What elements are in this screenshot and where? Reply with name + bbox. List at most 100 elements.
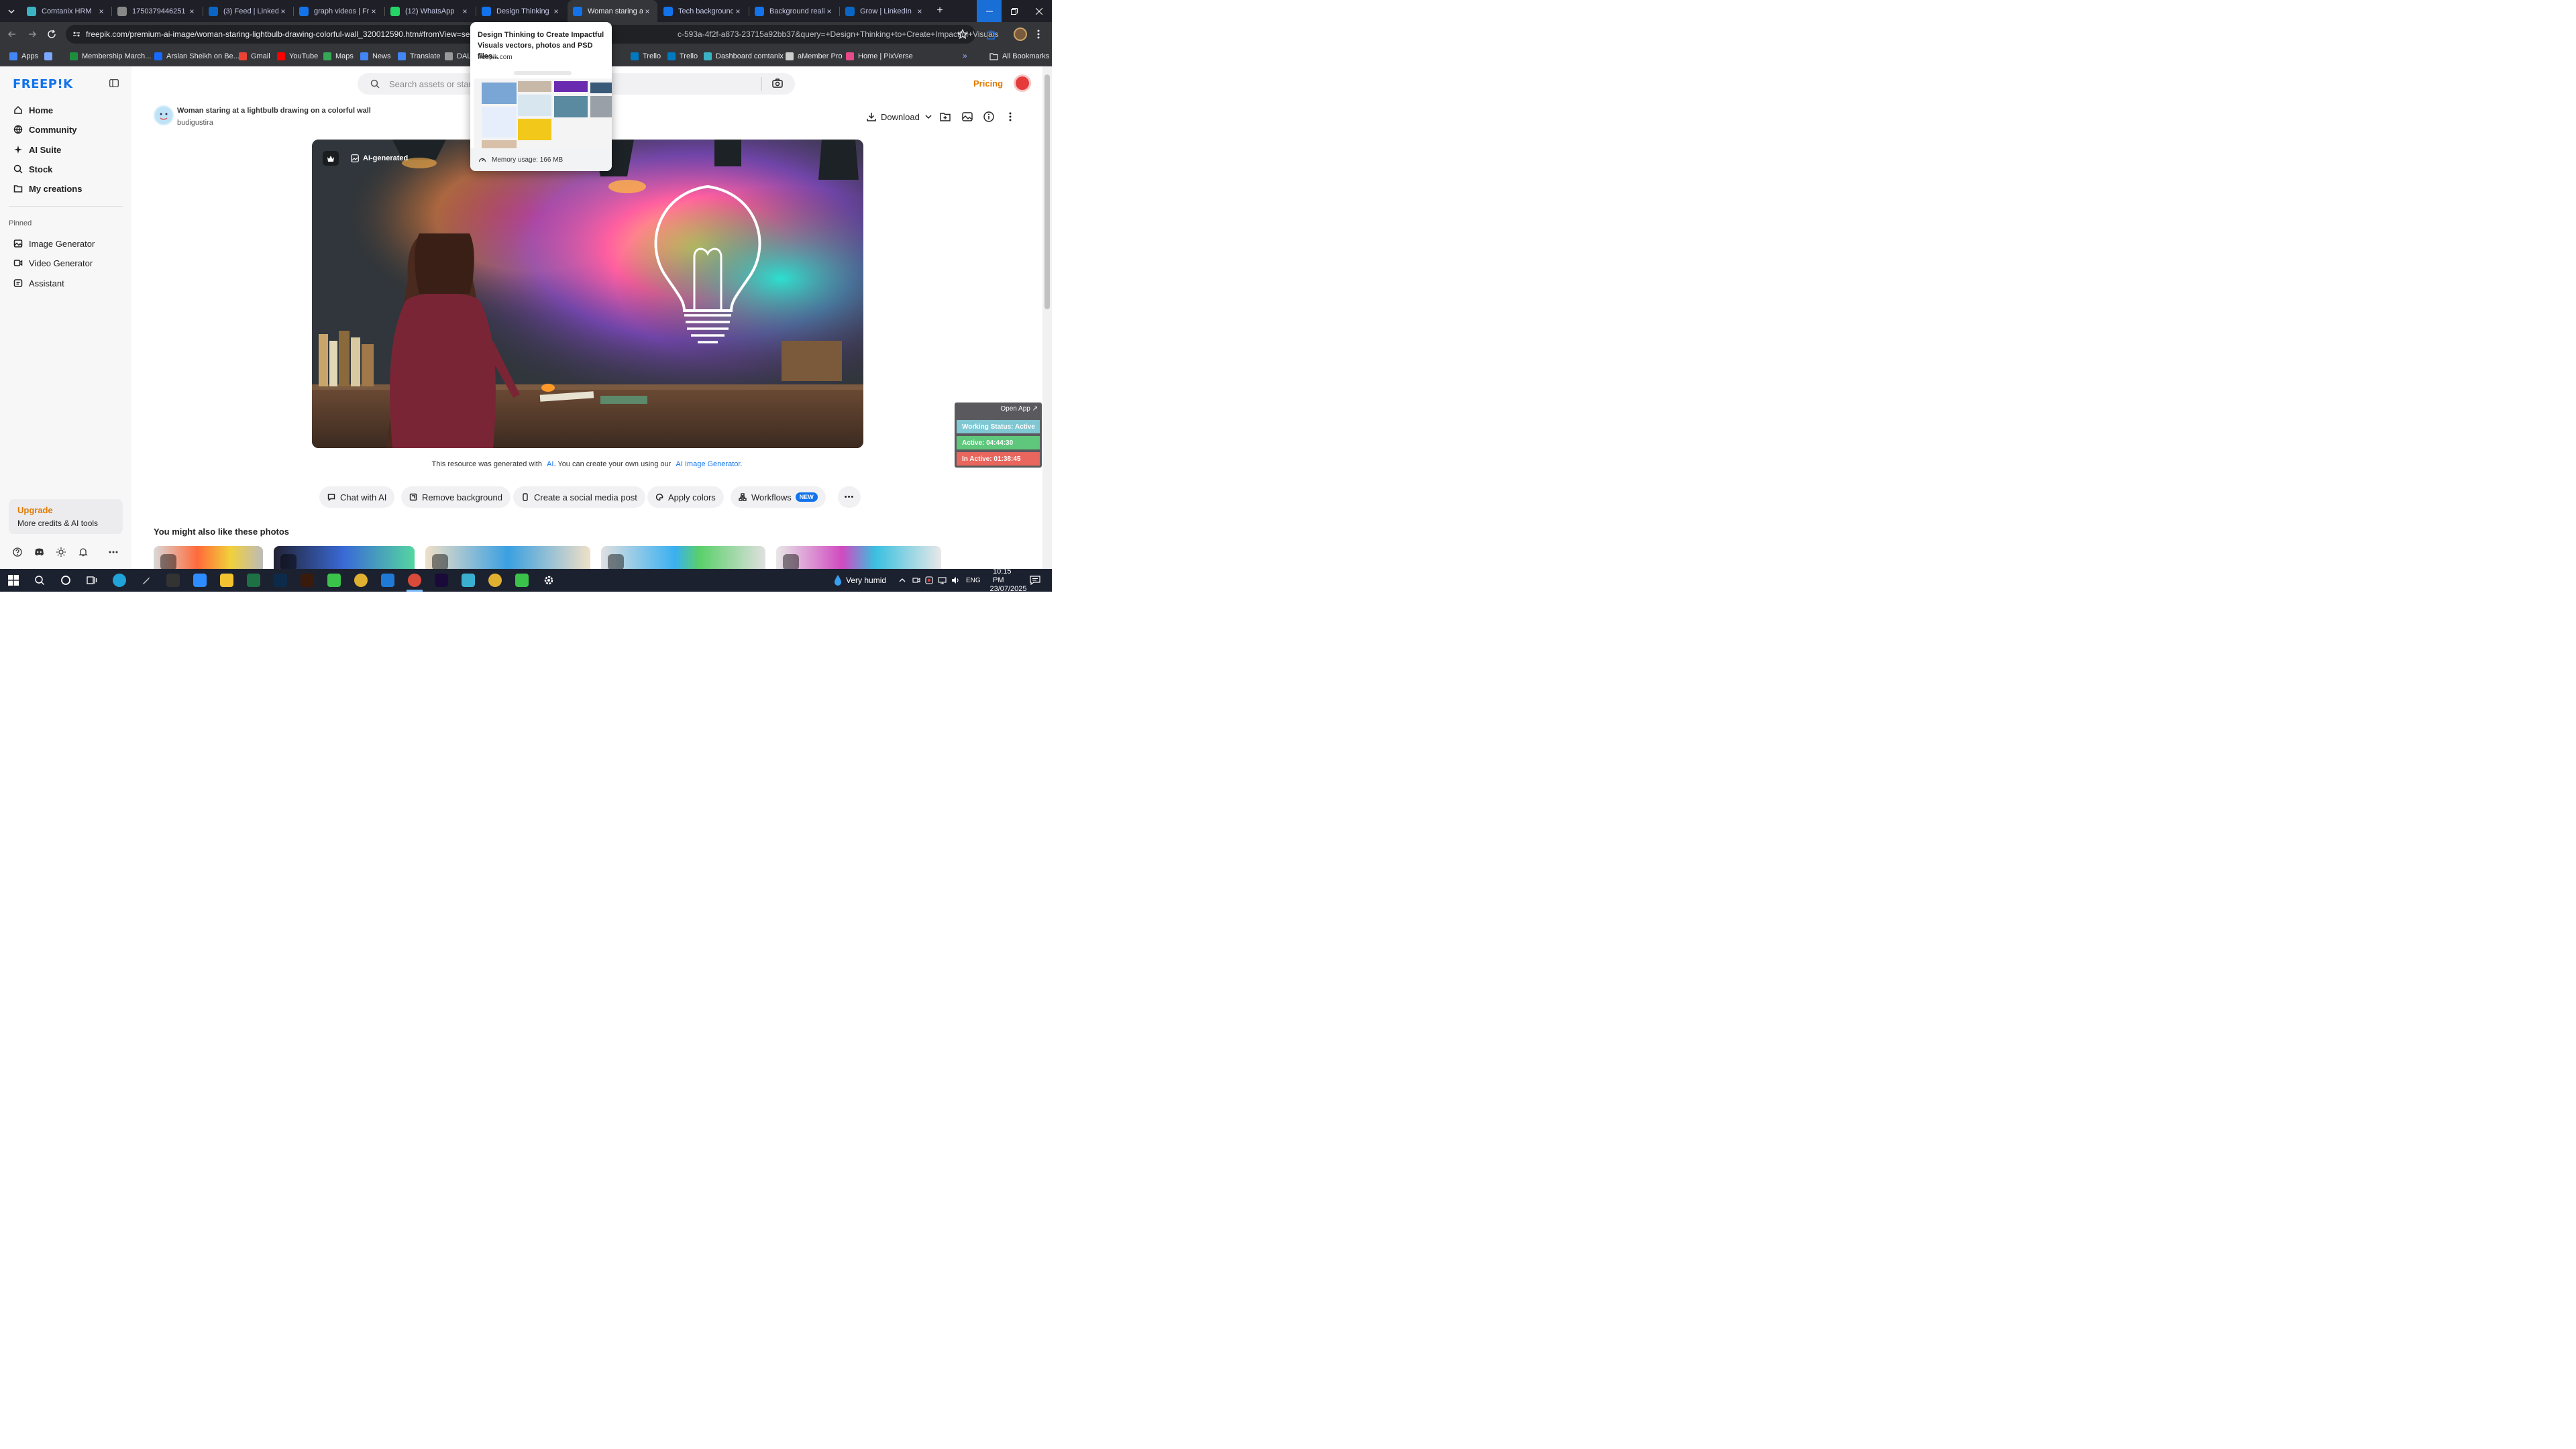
ai-link[interactable]: AI	[547, 460, 553, 468]
whatsapp-icon[interactable]	[515, 574, 529, 587]
freepik-logo[interactable]: FREEP!K	[13, 77, 73, 91]
minimize-button[interactable]	[977, 0, 1002, 22]
scrollbar-thumb[interactable]	[1044, 74, 1050, 309]
new-tab-button[interactable]: +	[934, 5, 946, 17]
sidebar-item-community[interactable]: Community	[13, 122, 77, 137]
bookmark-item[interactable]	[44, 50, 56, 62]
app-icon[interactable]	[462, 574, 475, 587]
bookmark-item[interactable]: Trello	[631, 50, 661, 62]
notification-center-button[interactable]	[1030, 569, 1040, 592]
terminal-icon[interactable]	[166, 574, 180, 587]
browser-tab[interactable]: Woman staring at ×	[568, 0, 657, 22]
bookmark-item[interactable]: Dashboard comtanix	[704, 50, 784, 62]
hero-image[interactable]: AI-generated	[312, 140, 863, 448]
edit-image-button[interactable]	[961, 111, 973, 123]
restore-button[interactable]	[1002, 0, 1026, 22]
whatsapp-icon[interactable]	[327, 574, 341, 587]
notifications-button[interactable]	[78, 547, 88, 557]
sidebar-item-ai-suite[interactable]: AI Suite	[13, 142, 61, 157]
chrome-icon[interactable]	[354, 574, 368, 587]
sidebar-item-home[interactable]: Home	[13, 103, 53, 117]
bookmark-item[interactable]: Arslan Sheikh on Be...	[154, 50, 239, 62]
tray-icon[interactable]	[925, 569, 933, 592]
apply-colors-button[interactable]: Apply colors	[647, 486, 724, 508]
close-tab-icon[interactable]: ×	[551, 7, 561, 16]
chrome-icon[interactable]	[488, 574, 502, 587]
illustrator-icon[interactable]	[301, 574, 314, 587]
close-tab-icon[interactable]: ×	[187, 7, 197, 16]
download-button[interactable]: Download	[866, 110, 932, 123]
language-indicator[interactable]: ENG	[966, 569, 981, 592]
task-view-button[interactable]	[85, 574, 99, 587]
workflows-button[interactable]: Workflows NEW	[731, 486, 826, 508]
add-to-collection-button[interactable]	[939, 111, 951, 123]
close-tab-icon[interactable]: ×	[97, 7, 106, 16]
browser-tab[interactable]: Comtanix HRM ×	[21, 0, 111, 22]
bookmark-item[interactable]: Membership March...	[70, 50, 151, 62]
bookmark-item[interactable]: Home | PixVerse	[846, 50, 913, 62]
bookmark-star-button[interactable]	[957, 29, 968, 40]
url-text-tail[interactable]: c-593a-4f2f-a873-23715a92bb37&query=+Des…	[678, 30, 998, 39]
settings-icon[interactable]	[542, 574, 555, 587]
open-app-button[interactable]: Open App ↗	[1000, 405, 1038, 413]
browser-tab[interactable]: graph videos | Free×	[294, 0, 384, 22]
bookmark-item[interactable]: Apps	[9, 50, 38, 62]
close-tab-icon[interactable]: ×	[824, 7, 834, 16]
image-search-button[interactable]	[772, 78, 783, 89]
chat-with-ai-button[interactable]: Chat with AI	[319, 486, 395, 508]
more-actions-button[interactable]: •••	[838, 486, 861, 508]
theme-toggle-button[interactable]	[56, 547, 66, 557]
photoshop-icon[interactable]	[274, 574, 287, 587]
sidebar-item-stock[interactable]: Stock	[13, 162, 52, 176]
file-explorer-icon[interactable]	[220, 574, 233, 587]
clock[interactable]: 10:15 PM 23/07/2025	[989, 568, 1026, 593]
back-button[interactable]	[7, 29, 17, 40]
profile-avatar-button[interactable]	[1014, 28, 1027, 41]
reload-button[interactable]	[46, 29, 57, 40]
zoom-icon[interactable]	[193, 574, 207, 587]
page-scrollbar[interactable]	[1042, 66, 1052, 569]
weather-tray[interactable]: Very humid	[834, 569, 886, 592]
bookmark-item[interactable]: Translate	[398, 50, 440, 62]
sidebar-more-button[interactable]	[109, 551, 118, 553]
bookmark-item[interactable]: Maps	[323, 50, 354, 62]
bookmark-item[interactable]: Trello	[667, 50, 698, 62]
close-tab-icon[interactable]: ×	[278, 7, 288, 16]
pinned-item-video-generator[interactable]: Video Generator	[13, 256, 93, 270]
browser-tab[interactable]: Design Thinking t ×	[476, 0, 566, 22]
pricing-link[interactable]: Pricing	[973, 78, 1003, 89]
excel-icon[interactable]	[247, 574, 260, 587]
help-button[interactable]	[13, 547, 22, 557]
user-avatar[interactable]	[1014, 74, 1031, 92]
tray-overflow-button[interactable]	[899, 569, 906, 592]
remove-background-button[interactable]: Remove background	[401, 486, 511, 508]
extensions-button[interactable]	[985, 28, 998, 40]
close-tab-icon[interactable]: ×	[733, 7, 743, 16]
url-text[interactable]: freepik.com/premium-ai-image/woman-stari…	[86, 30, 486, 39]
edge-icon[interactable]	[113, 574, 126, 587]
pinned-item-assistant[interactable]: Assistant	[13, 276, 64, 290]
bookmark-item[interactable]: aMember Pro	[786, 50, 843, 62]
author-avatar[interactable]	[154, 105, 174, 125]
browser-tab[interactable]: (12) WhatsApp ×	[385, 0, 475, 22]
close-tab-icon[interactable]: ×	[915, 7, 924, 16]
start-button[interactable]	[7, 574, 20, 587]
site-info-icon[interactable]	[72, 30, 80, 38]
browser-tab[interactable]: 1750379446251 (×	[112, 0, 202, 22]
tray-icon[interactable]	[912, 569, 920, 592]
discord-button[interactable]	[34, 548, 44, 556]
browser-tab[interactable]: Tech background ×	[658, 0, 748, 22]
taskbar-search-button[interactable]	[33, 574, 46, 587]
premiere-icon[interactable]	[435, 574, 448, 587]
sidebar-item-my-creations[interactable]: My creations	[13, 181, 82, 196]
bookmarks-overflow-button[interactable]: »	[963, 51, 967, 60]
close-tab-icon[interactable]: ×	[460, 7, 470, 16]
asset-more-button[interactable]	[1004, 111, 1016, 123]
browser-menu-button[interactable]	[1036, 29, 1040, 40]
tray-icon[interactable]	[938, 569, 947, 592]
bookmark-item[interactable]: YouTube	[277, 50, 318, 62]
close-tab-icon[interactable]: ×	[369, 7, 378, 16]
bookmark-item[interactable]: Gmail	[239, 50, 270, 62]
close-window-button[interactable]	[1026, 0, 1051, 22]
forward-button[interactable]	[27, 29, 38, 40]
